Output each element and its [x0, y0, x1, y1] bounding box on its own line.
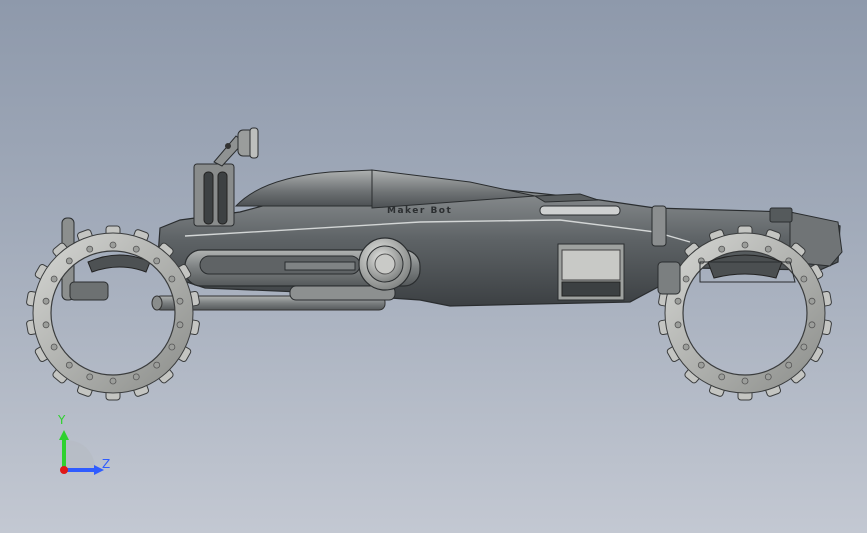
- tire-inner-stud: [86, 373, 94, 381]
- tire-inner-stud: [86, 245, 94, 253]
- tire-inner-stud: [718, 245, 726, 253]
- tire-inner-stud: [153, 257, 161, 265]
- tire-inner-stud: [764, 373, 772, 381]
- tire-inner-stud: [132, 245, 140, 253]
- tire-inner-stud: [132, 373, 140, 381]
- tire-inner-stud: [65, 361, 73, 369]
- tire-inner-stud: [42, 321, 50, 329]
- tire-inner-stud: [697, 257, 705, 265]
- tire-inner-stud: [682, 275, 690, 283]
- model-name-plate: Maker Bot: [387, 206, 452, 216]
- z-axis-label: Z: [102, 457, 111, 471]
- tire-inner-stud: [50, 275, 58, 283]
- tire-inner-stud: [718, 373, 726, 381]
- tire-inner-stud: [764, 245, 772, 253]
- tire-inner-stud: [808, 321, 816, 329]
- tire-inner-stud: [785, 257, 793, 265]
- y-axis-label: Y: [58, 413, 66, 427]
- vehicle-model[interactable]: Maker Bot: [0, 0, 867, 533]
- tire-inner-stud: [42, 297, 50, 305]
- tire-inner-stud: [109, 241, 117, 249]
- 3d-viewport[interactable]: Maker Bot Y Z: [0, 0, 867, 533]
- tire-inner-stud: [741, 377, 749, 385]
- axis-triad: [59, 430, 104, 475]
- tire-inner-stud: [800, 275, 808, 283]
- tire-inner-stud: [674, 321, 682, 329]
- tire-inner-stud: [168, 275, 176, 283]
- tire-inner-stud: [697, 361, 705, 369]
- tire-inner-stud: [741, 241, 749, 249]
- tire-inner-stud: [50, 343, 58, 351]
- tire-inner-stud: [109, 377, 117, 385]
- tire-inner-stud: [176, 321, 184, 329]
- y-axis-arrowhead: [59, 430, 69, 440]
- tire-inner-stud: [153, 361, 161, 369]
- tire-inner-stud: [800, 343, 808, 351]
- triad-plane-shading: [64, 440, 96, 470]
- tire-inner-stud: [808, 297, 816, 305]
- tire-inner-stud: [682, 343, 690, 351]
- tire-inner-stud: [176, 297, 184, 305]
- tire-inner-stud: [674, 297, 682, 305]
- tire-inner-stud: [65, 257, 73, 265]
- tire-inner-stud: [168, 343, 176, 351]
- triad-origin: [60, 466, 68, 474]
- tire-inner-stud: [785, 361, 793, 369]
